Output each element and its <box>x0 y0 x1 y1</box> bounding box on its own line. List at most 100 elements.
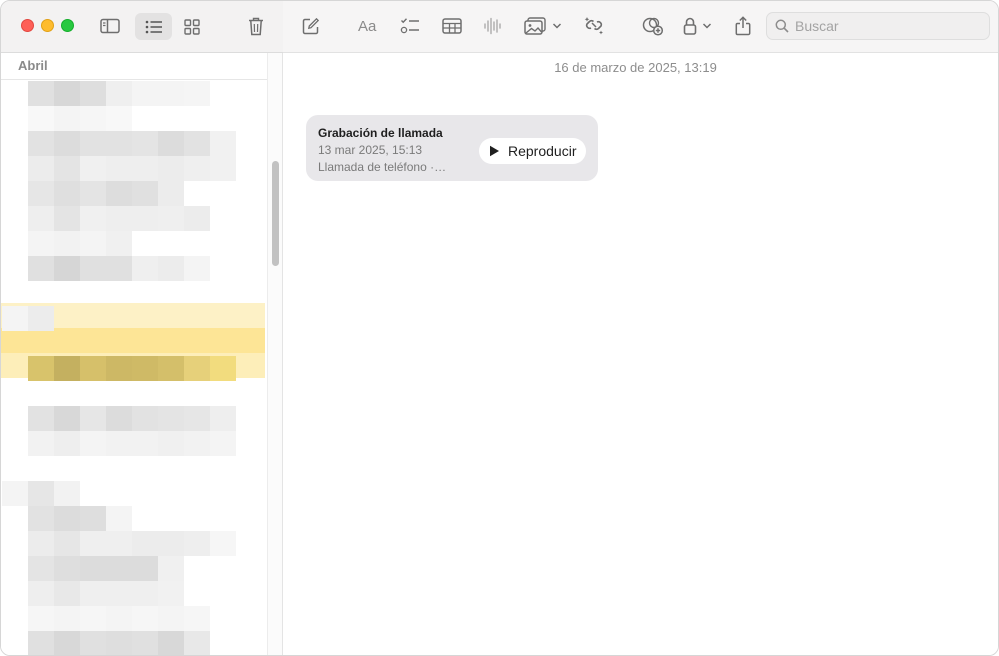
redacted-block <box>132 631 158 655</box>
media-button[interactable] <box>521 13 565 39</box>
redacted-block <box>28 256 54 281</box>
redacted-block <box>54 556 80 581</box>
redacted-block <box>2 306 28 331</box>
redacted-block <box>210 156 236 181</box>
waveform-icon <box>484 17 501 35</box>
search-input[interactable] <box>795 18 975 34</box>
redacted-block <box>54 631 80 655</box>
audio-button[interactable] <box>480 13 504 39</box>
redacted-block <box>2 481 28 506</box>
collaborate-button[interactable] <box>639 12 667 40</box>
redacted-block <box>184 81 210 106</box>
sidebar-scrollbar[interactable] <box>267 53 283 655</box>
redacted-block <box>28 131 54 156</box>
search-icon <box>775 19 789 33</box>
format-button[interactable]: Aa <box>355 13 383 39</box>
link-button[interactable] <box>581 12 607 40</box>
redacted-block <box>106 131 132 156</box>
note-date: 16 de marzo de 2025, 13:19 <box>554 60 717 75</box>
redacted-block <box>54 606 80 631</box>
redacted-block <box>28 106 54 131</box>
window-close-button[interactable] <box>21 19 34 32</box>
notes-list: Abril <box>1 53 267 655</box>
redacted-block <box>54 131 80 156</box>
call-recording-date: 13 mar 2025, 15:13 <box>318 143 423 157</box>
notes-window: Aa Buscar Abril 16 de marzo de 2025, 13:… <box>0 0 999 656</box>
redacted-block <box>106 81 132 106</box>
play-button-label: Reproducir <box>508 143 577 159</box>
play-button[interactable]: Reproducir <box>479 138 586 164</box>
redacted-block <box>80 431 106 456</box>
redacted-block <box>158 531 184 556</box>
section-header-label: Abril <box>18 58 48 73</box>
redacted-block <box>54 431 80 456</box>
redacted-block <box>28 506 54 531</box>
blurred-note-list[interactable] <box>1 80 267 655</box>
redacted-block <box>132 431 158 456</box>
redacted-block <box>158 206 184 231</box>
redacted-block <box>106 506 132 531</box>
collaborate-icon <box>642 17 664 36</box>
redacted-block <box>158 131 184 156</box>
redacted-block <box>106 556 132 581</box>
sidebar-toggle-button[interactable] <box>95 13 125 39</box>
redacted-block <box>106 206 132 231</box>
photo-icon <box>524 17 546 35</box>
table-button[interactable] <box>438 13 466 39</box>
window-minimize-button[interactable] <box>41 19 54 32</box>
share-button[interactable] <box>731 11 755 41</box>
redacted-block <box>158 406 184 431</box>
redacted-block <box>28 581 54 606</box>
lock-button[interactable] <box>679 13 715 39</box>
redacted-block <box>158 431 184 456</box>
redacted-block <box>106 181 132 206</box>
redacted-block <box>158 606 184 631</box>
redacted-block <box>54 231 80 256</box>
redacted-block <box>106 531 132 556</box>
sidebar-scroll-thumb[interactable] <box>272 161 279 266</box>
list-view-button[interactable] <box>135 13 172 40</box>
redacted-block <box>80 181 106 206</box>
delete-button[interactable] <box>243 12 269 40</box>
call-recording-card[interactable]: Grabación de llamada 13 mar 2025, 15:13 … <box>306 115 598 181</box>
redacted-block <box>54 531 80 556</box>
redacted-block <box>132 181 158 206</box>
redacted-block <box>106 631 132 655</box>
window-maximize-button[interactable] <box>61 19 74 32</box>
gallery-view-button[interactable] <box>177 13 207 40</box>
redacted-block <box>80 356 106 381</box>
redacted-block <box>54 506 80 531</box>
redacted-block <box>80 531 106 556</box>
redacted-block <box>184 406 210 431</box>
redacted-block <box>158 581 184 606</box>
redacted-block <box>28 606 54 631</box>
redacted-block <box>184 131 210 156</box>
redacted-block <box>28 531 54 556</box>
redacted-block <box>158 256 184 281</box>
redacted-block <box>132 581 158 606</box>
svg-text:Aa: Aa <box>358 18 377 34</box>
redacted-block <box>80 606 106 631</box>
chevron-down-icon <box>702 23 711 29</box>
call-recording-title: Grabación de llamada <box>318 126 443 140</box>
new-note-button[interactable] <box>298 13 324 39</box>
play-icon <box>490 145 499 157</box>
redacted-block <box>132 406 158 431</box>
note-editor[interactable]: 16 de marzo de 2025, 13:19 Grabación de … <box>283 53 998 655</box>
redacted-block <box>132 81 158 106</box>
redacted-block <box>28 231 54 256</box>
search-field[interactable] <box>766 12 990 40</box>
redacted-block <box>54 256 80 281</box>
redacted-block <box>28 206 54 231</box>
checklist-button[interactable] <box>397 13 423 39</box>
list-view-icon <box>145 20 162 33</box>
redacted-block <box>184 531 210 556</box>
redacted-block <box>106 606 132 631</box>
redacted-block <box>132 606 158 631</box>
redacted-block <box>210 431 236 456</box>
redacted-block <box>184 156 210 181</box>
redacted-block <box>80 156 106 181</box>
table-icon <box>442 18 462 34</box>
checklist-icon <box>400 18 419 34</box>
redacted-block <box>184 431 210 456</box>
